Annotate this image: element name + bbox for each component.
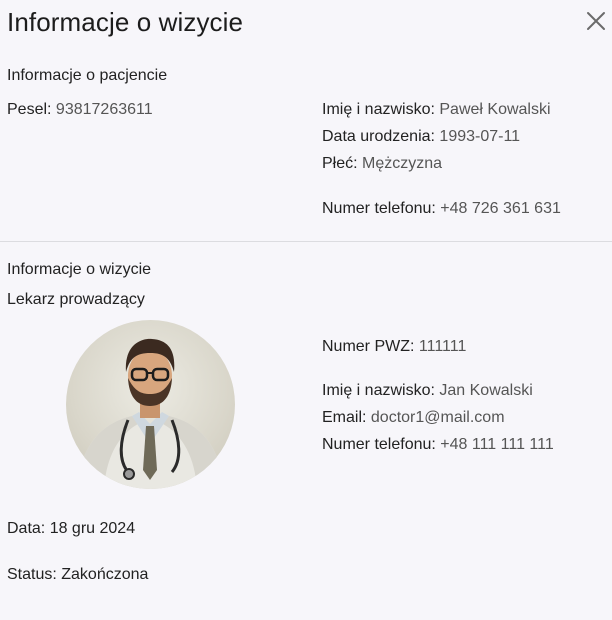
dialog-title: Informacje o wizycie [7,7,244,37]
birthdate-label: Data urodzenia: [322,128,435,145]
pesel-value: 93817263611 [55,101,153,118]
sex-label: Płeć: [322,155,358,172]
close-icon [587,12,605,30]
doctor-avatar-icon [76,338,225,489]
patient-sex: Płeć: Mężczyzna [322,155,442,173]
visit-status: Status: Zakończona [7,566,149,583]
doctor-name: Imię i nazwisko: Jan Kowalski [322,382,533,400]
patient-phone-label: Numer telefonu: [322,200,436,217]
patient-pesel: Pesel: 93817263611 [7,101,153,119]
doctor-email: Email: doctor1@mail.com [322,409,505,427]
doctor-pwz: Numer PWZ: 111111 [322,338,466,356]
pwz-value: 111111 [418,338,467,355]
doctor-phone-label: Numer telefonu: [322,436,436,453]
doctor-section-title: Lekarz prowadzący [7,291,145,308]
patient-name-label: Imię i nazwisko: [322,101,435,118]
visit-section-title: Informacje o wizycie [7,261,152,278]
patient-section-title: Informacje o pacjencie [7,67,168,84]
patient-birthdate: Data urodzenia: 1993-07-11 [322,128,520,146]
doctor-avatar [66,320,235,489]
doctor-phone-value: +48 111 111 111 [440,436,554,453]
doctor-email-value: doctor1@mail.com [370,409,505,426]
sex-value: Mężczyzna [362,155,443,172]
doctor-phone: Numer telefonu: +48 111 111 111 [322,436,554,454]
patient-phone-value: +48 726 361 631 [440,200,561,217]
pesel-label: Pesel: [7,101,52,118]
pwz-label: Numer PWZ: [322,338,415,355]
visit-date: Data: 18 gru 2024 [7,520,136,537]
birthdate-value: 1993-07-11 [439,128,521,145]
doctor-name-label: Imię i nazwisko: [322,382,435,399]
doctor-email-label: Email: [322,409,367,426]
close-button[interactable] [584,9,608,33]
patient-phone: Numer telefonu: +48 726 361 631 [322,200,561,218]
section-divider [0,241,612,242]
patient-name-value: Paweł Kowalski [439,101,551,118]
patient-name: Imię i nazwisko: Paweł Kowalski [322,101,551,119]
doctor-name-value: Jan Kowalski [439,382,533,399]
